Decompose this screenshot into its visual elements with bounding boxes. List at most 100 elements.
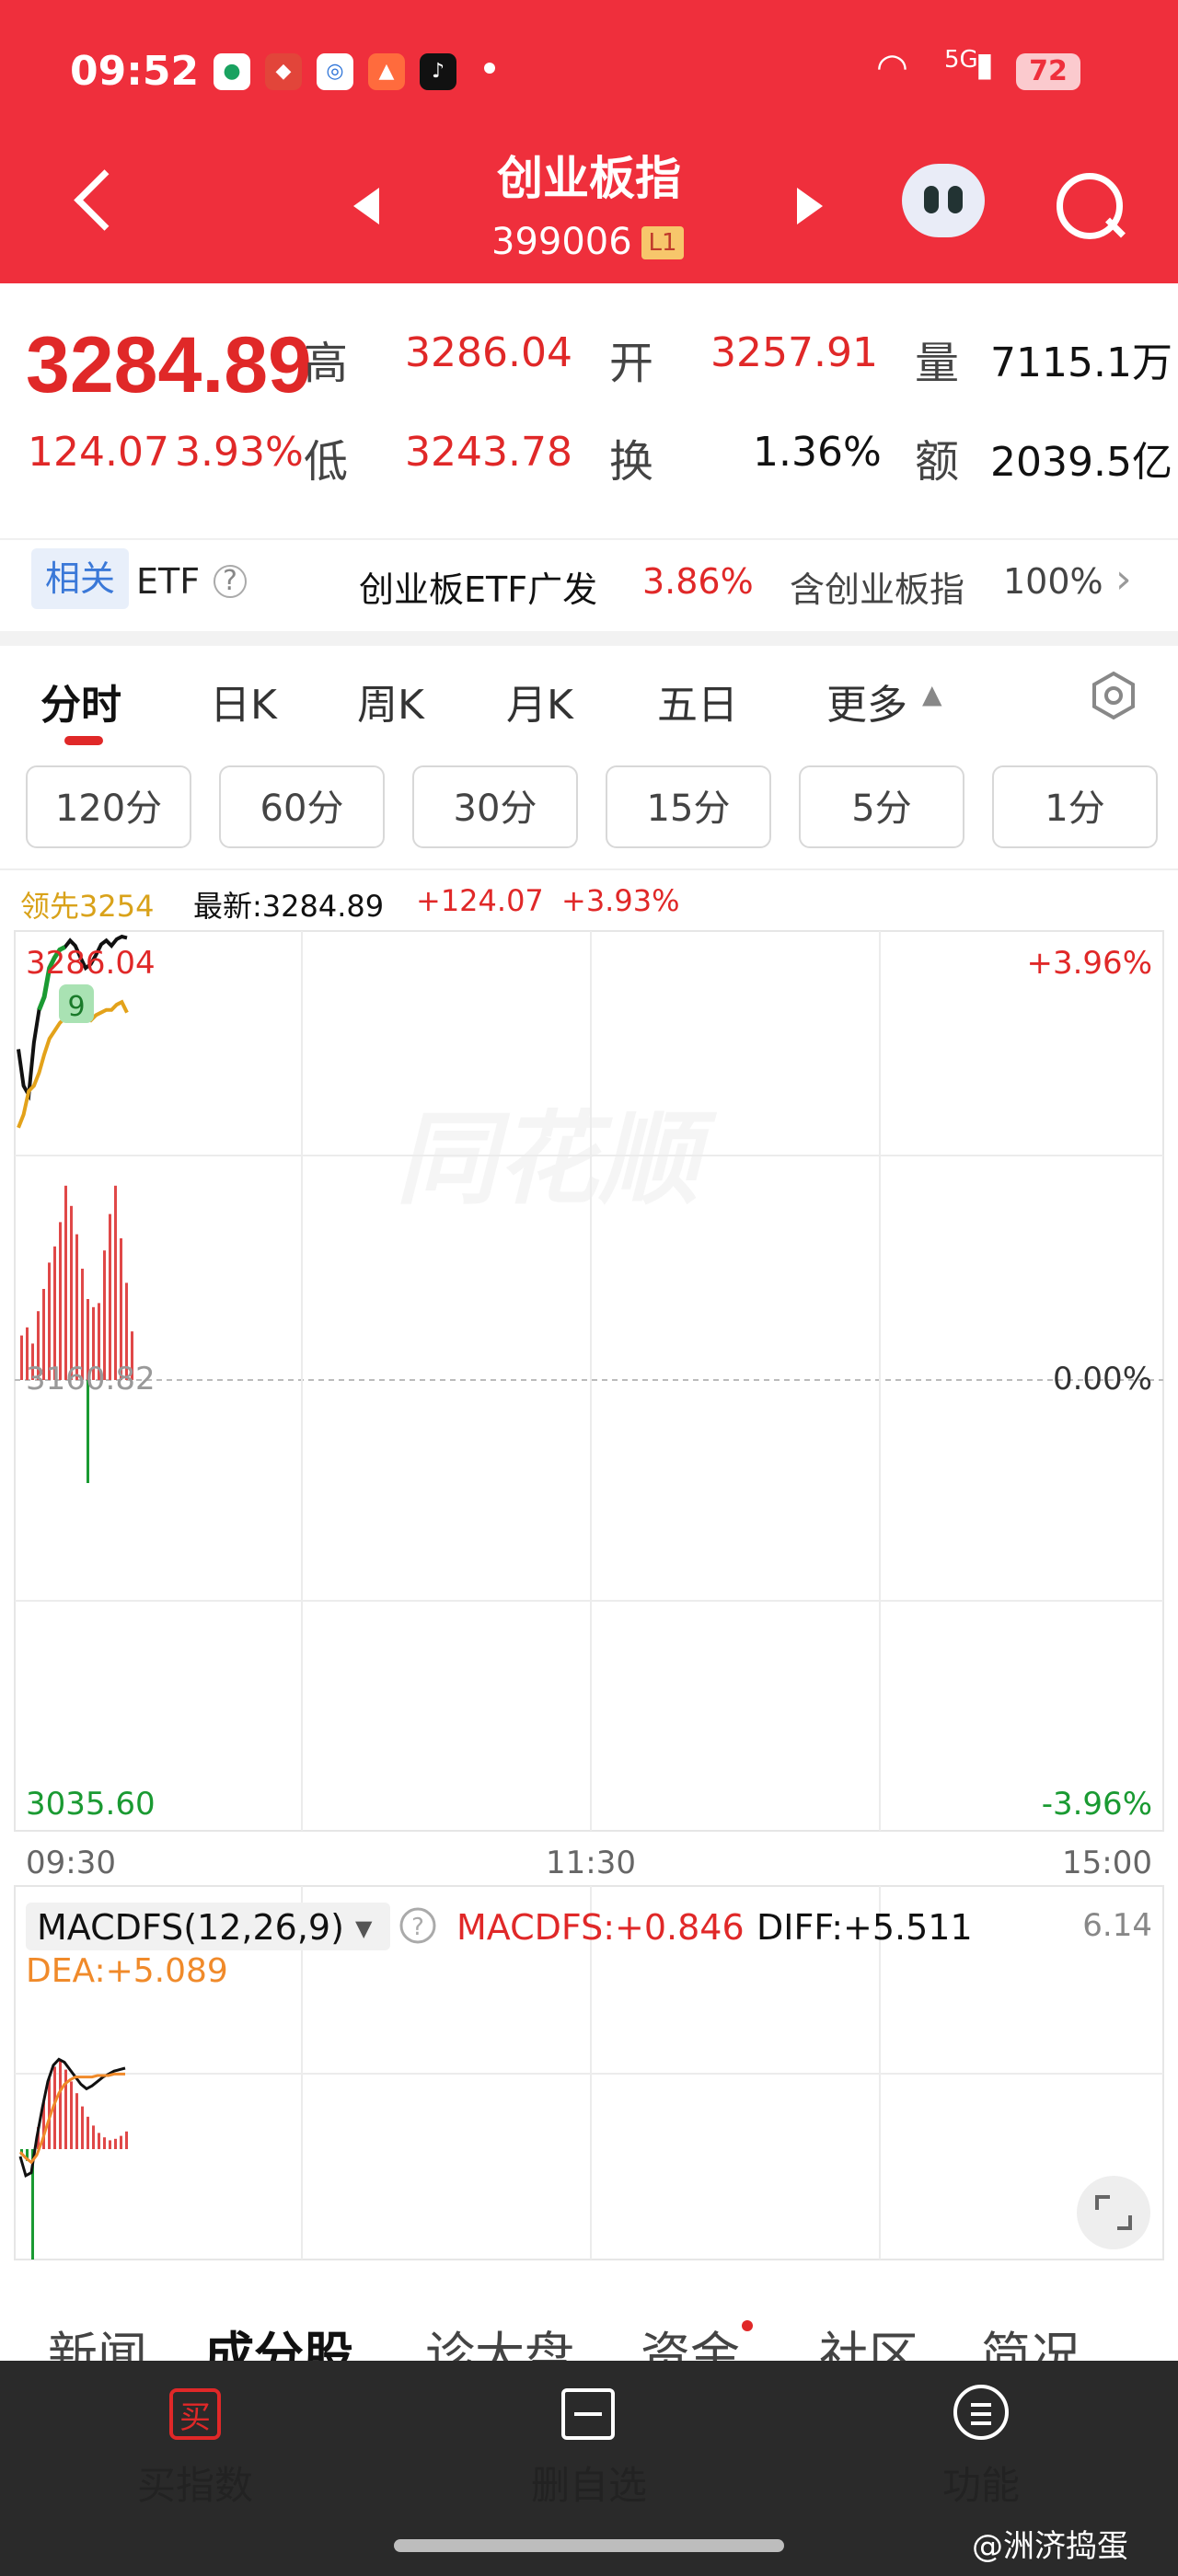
fullscreen-button[interactable] <box>1077 2176 1150 2249</box>
mobile-icon: ◎ <box>317 53 353 90</box>
settings-icon[interactable] <box>1088 670 1139 721</box>
tab-underline <box>64 736 103 745</box>
index-code: 399006 <box>491 221 632 263</box>
macdfs-value: MACDFS:+0.846 <box>456 1907 745 1948</box>
section-divider <box>0 631 1178 646</box>
status-time: 09:52 <box>70 48 200 95</box>
menu-icon[interactable] <box>953 2385 1009 2440</box>
macd-chart <box>18 2057 128 2260</box>
tab-daily-k[interactable]: 日K <box>210 672 277 730</box>
tab-intraday[interactable]: 分时 <box>40 672 121 730</box>
current-price: 3284.89 <box>26 321 312 409</box>
macd-bar <box>125 2131 128 2149</box>
tab-monthly-k[interactable]: 月K <box>506 672 573 730</box>
macd-bar <box>92 2125 95 2149</box>
dropdown-icon[interactable]: ▼ <box>355 1915 373 1941</box>
diff-value: DIFF:+5.511 <box>756 1907 973 1948</box>
period-60m[interactable]: 60分 <box>219 765 385 848</box>
signal-icon: ▮ <box>976 46 994 84</box>
macd-title: MACDFS(12,26,9) <box>37 1907 344 1948</box>
app-icon: ◆ <box>265 53 302 90</box>
x-tick-close: 15:00 <box>1062 1845 1152 1881</box>
tab-five-day[interactable]: 五日 <box>657 672 738 730</box>
y-mid-label: 3160.82 <box>26 1361 156 1397</box>
macd-bar <box>59 2061 62 2149</box>
related-tag: 相关 <box>31 548 129 609</box>
low-value: 3243.78 <box>405 429 572 476</box>
volume-bar <box>109 1213 111 1380</box>
low-label: 低 <box>304 436 349 488</box>
volume-bar <box>114 1185 117 1380</box>
battery-icon: 72 <box>1016 53 1080 90</box>
chevron-right-icon[interactable]: › <box>1115 556 1132 603</box>
change-percent: 3.93% <box>175 429 304 476</box>
robot-assistant-icon[interactable] <box>902 164 985 237</box>
home-indicator[interactable] <box>394 2539 784 2552</box>
amount-value: 2039.5亿 <box>990 439 1172 486</box>
period-30m[interactable]: 30分 <box>412 765 578 848</box>
latest-change: +124.07 <box>416 883 544 918</box>
y-bottom-label: 3035.60 <box>26 1786 156 1823</box>
tiktok-icon: ♪ <box>420 53 456 90</box>
pct-mid-label: 0.00% <box>1053 1361 1152 1397</box>
pct-top-label: +3.96% <box>1027 945 1153 982</box>
macd-bar <box>114 2138 117 2149</box>
turnover-label: 换 <box>609 436 654 488</box>
prev-index-icon[interactable] <box>353 188 379 224</box>
latest-percent: +3.93% <box>561 883 680 918</box>
etf-contains-percent: 100% <box>1003 561 1103 602</box>
period-120m[interactable]: 120分 <box>26 765 191 848</box>
header: 09:52 ● ◆ ◎ ▲ ♪ ◠ 5G ▮ 72 创业板指 399006 L1 <box>0 0 1178 283</box>
macd-bar <box>120 2135 122 2149</box>
level-badge: L1 <box>641 226 684 259</box>
macd-bar <box>81 2106 84 2149</box>
dea-value: DEA:+5.089 <box>26 1952 228 1990</box>
volume-bar <box>59 1222 62 1380</box>
back-icon[interactable] <box>74 169 135 231</box>
weibo-watermark: @洲济捣蛋 <box>972 2528 1128 2565</box>
macd-bar <box>70 2081 73 2149</box>
game-icon: ▲ <box>368 53 405 90</box>
volume-label: 量 <box>915 338 960 389</box>
macd-bar <box>98 2133 100 2149</box>
amount-label: 额 <box>915 436 960 488</box>
macd-bar <box>109 2140 111 2149</box>
etf-contains: 含创业板指 <box>790 569 965 610</box>
macd-max-label: 6.14 <box>1082 1907 1152 1944</box>
remove-watchlist-button[interactable]: 删自选 <box>479 2455 699 2511</box>
period-15m[interactable]: 15分 <box>606 765 771 848</box>
next-index-icon[interactable] <box>797 188 823 224</box>
change-value: 124.07 <box>28 429 169 476</box>
period-5m[interactable]: 5分 <box>799 765 964 848</box>
help-icon[interactable]: ? <box>214 565 247 598</box>
function-button[interactable]: 功能 <box>871 2455 1091 2511</box>
intraday-chart[interactable]: 3286.04 3160.82 3035.60 +3.96% 0.00% -3.… <box>0 920 1178 2282</box>
macd-help-mark: ? <box>411 1914 424 1941</box>
tab-more[interactable]: 更多 <box>826 672 907 730</box>
network-label: 5G <box>944 46 978 74</box>
notification-dot <box>484 63 495 74</box>
macd-bar <box>87 2116 89 2149</box>
tab-weekly-k[interactable]: 周K <box>357 672 424 730</box>
volume-bars <box>20 1185 133 1483</box>
x-tick-open: 09:30 <box>26 1845 116 1881</box>
chart-top-divider <box>0 868 1178 870</box>
volume-value: 7115.1万 <box>990 339 1172 386</box>
etf-label: ETF <box>136 561 201 602</box>
index-title: 创业板指 <box>497 152 681 205</box>
high-value: 3286.04 <box>405 329 572 376</box>
y-top-label: 3286.04 <box>26 945 156 982</box>
caret-up-icon[interactable]: ▲ <box>922 679 942 709</box>
high-label: 高 <box>304 338 349 389</box>
buy-icon[interactable]: 买 <box>169 2388 221 2440</box>
volume-bar <box>70 1205 73 1380</box>
open-value: 3257.91 <box>710 329 878 376</box>
period-1m[interactable]: 1分 <box>992 765 1158 848</box>
volume-bar <box>120 1238 122 1380</box>
remove-watchlist-icon[interactable] <box>561 2388 615 2440</box>
buy-index-button[interactable]: 买指数 <box>85 2455 306 2511</box>
pct-bottom-label: -3.96% <box>1042 1786 1152 1823</box>
funds-notification-dot <box>742 2320 753 2331</box>
volume-bar <box>64 1185 67 1380</box>
etf-name[interactable]: 创业板ETF广发 <box>359 561 597 612</box>
